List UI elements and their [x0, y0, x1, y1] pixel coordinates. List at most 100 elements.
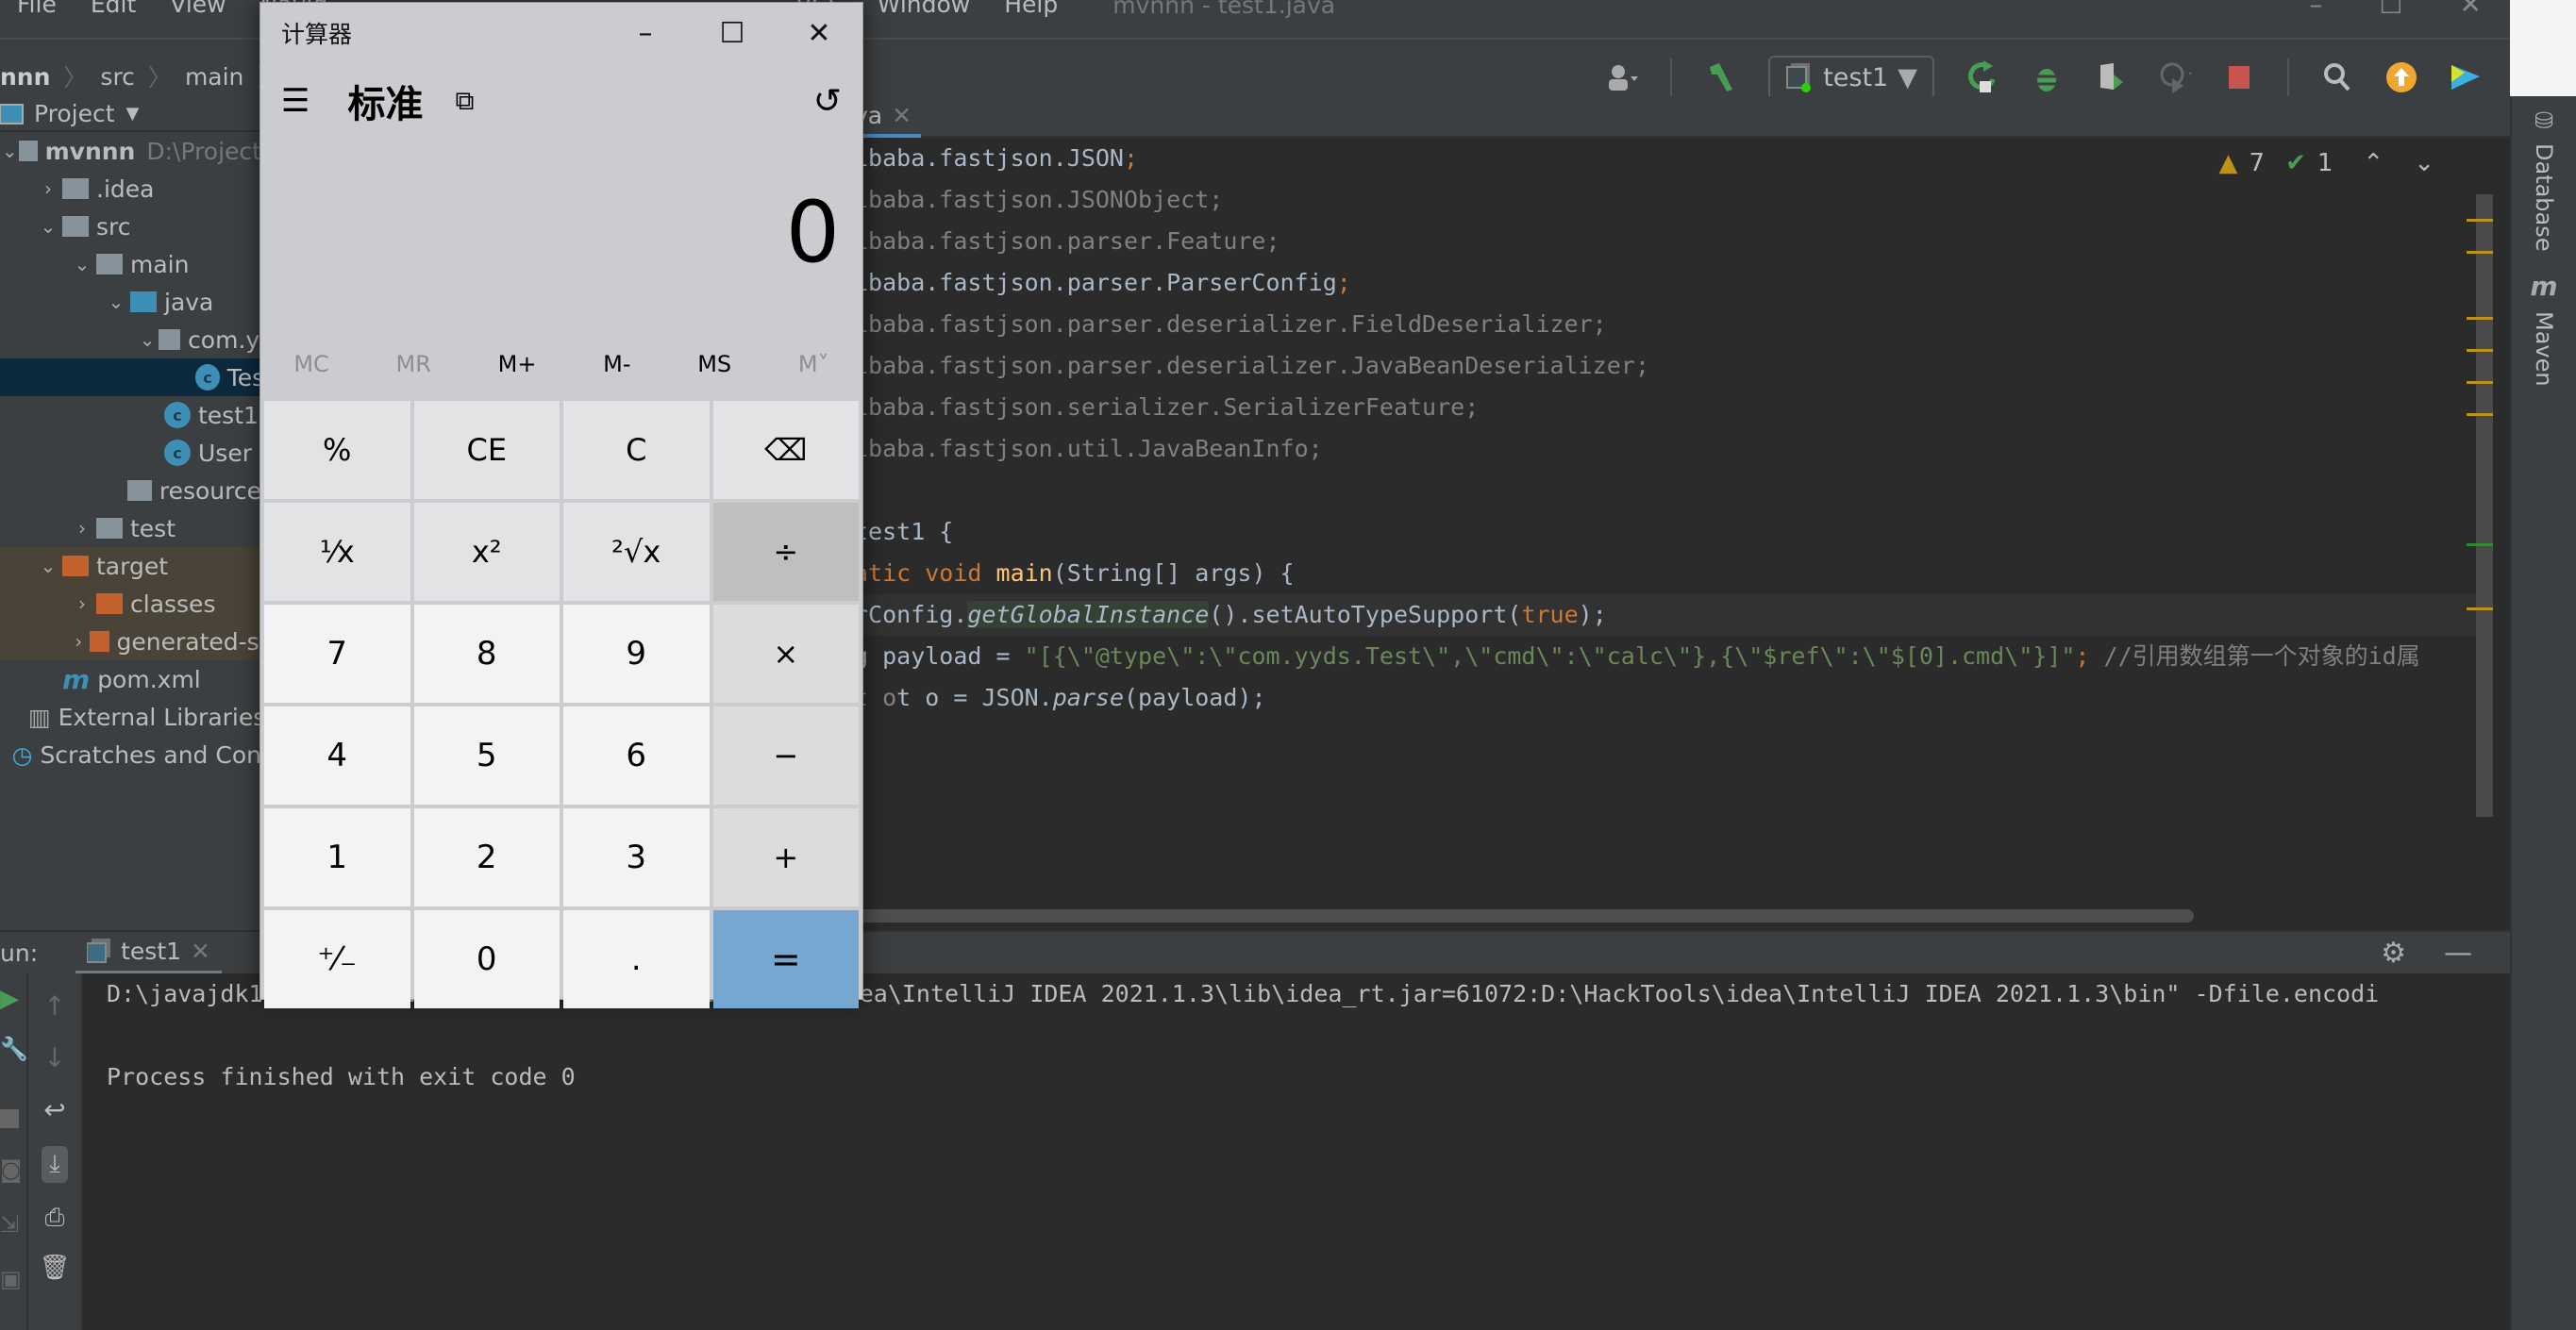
key-square-root-button[interactable]: ²√x: [563, 503, 710, 601]
memory-mc-button[interactable]: MC: [293, 351, 328, 377]
run-configuration-selector[interactable]: test1 ▼: [1768, 56, 1934, 99]
hide-panel-icon[interactable]: —: [2444, 937, 2472, 970]
camera-icon[interactable]: ◙: [0, 1156, 26, 1183]
maven-tool-tab[interactable]: Maven: [2531, 311, 2557, 387]
chevron-down-icon[interactable]: ⌄: [34, 555, 62, 577]
tree-item-mvnnn[interactable]: ⌄ mvnnn D:\Projects: [0, 132, 274, 170]
stop-icon[interactable]: [2223, 61, 2255, 93]
exit-icon[interactable]: ▣: [0, 1266, 26, 1292]
code-with-me-icon[interactable]: [2450, 61, 2482, 93]
key-decimal-button[interactable]: .: [563, 910, 710, 1008]
key-six-button[interactable]: 6: [563, 707, 710, 805]
chevron-right-icon[interactable]: ›: [68, 630, 90, 653]
database-tool-tab[interactable]: Database: [2531, 143, 2557, 252]
keep-on-top-icon[interactable]: ⧉: [455, 85, 474, 117]
breadcrumb-main[interactable]: main: [185, 63, 243, 91]
minimize-button[interactable]: –: [2309, 0, 2322, 20]
run-console-output[interactable]: D:\javajdk11\bin\java.exe "-javaagent:D:…: [83, 973, 2510, 1330]
tree-item-classes[interactable]: › classes: [0, 585, 274, 623]
profiler-icon[interactable]: [2159, 61, 2191, 93]
close-button[interactable]: ✕: [2460, 0, 2482, 20]
key-square-button[interactable]: x²: [413, 503, 560, 601]
key-four-button[interactable]: 4: [264, 707, 410, 805]
key-divide-button[interactable]: ÷: [712, 503, 859, 601]
menu-edit[interactable]: Edit: [74, 0, 153, 16]
settings-gear-icon[interactable]: ⚙: [2381, 937, 2406, 970]
key-zero-button[interactable]: 0: [413, 910, 560, 1008]
chevron-down-icon[interactable]: ▼: [126, 104, 140, 124]
memory-mminus-button[interactable]: M-: [603, 351, 630, 377]
up-arrow-icon[interactable]: ↑: [43, 990, 65, 1022]
tree-item--idea[interactable]: › .idea: [0, 170, 274, 208]
memory-ms-button[interactable]: MS: [697, 351, 731, 377]
key-three-button[interactable]: 3: [563, 808, 710, 906]
memory-m-button[interactable]: M˅: [798, 351, 829, 377]
wrench-icon[interactable]: 🔧: [0, 1036, 28, 1062]
hamburger-menu-icon[interactable]: ☰: [281, 82, 309, 120]
tree-item-pom-xml[interactable]: m pom.xml: [0, 660, 274, 698]
down-arrow-icon[interactable]: ↓: [43, 1042, 65, 1073]
key-nine-button[interactable]: 9: [563, 605, 710, 703]
chevron-down-icon[interactable]: ⌄: [68, 253, 96, 275]
vcs-user-icon[interactable]: [1606, 61, 1639, 93]
print-icon[interactable]: ⎙: [45, 1204, 65, 1233]
editor-vertical-scrollbar[interactable]: [2476, 194, 2493, 817]
warning-marker[interactable]: [2467, 607, 2493, 610]
warning-marker[interactable]: [2467, 219, 2493, 222]
soft-wrap-icon[interactable]: ↩: [43, 1094, 65, 1125]
tree-item-scratches-and-cons[interactable]: ◷ Scratches and Cons: [0, 736, 274, 773]
chevron-down-icon[interactable]: ⌄: [34, 215, 62, 238]
run-tab-test1[interactable]: test1 ✕: [75, 931, 222, 974]
close-tab-icon[interactable]: ✕: [191, 938, 210, 965]
calculator-maximize-button[interactable]: ☐: [689, 17, 776, 50]
warning-marker[interactable]: [2467, 413, 2493, 416]
next-highlight-icon[interactable]: ⌄: [2414, 149, 2434, 177]
key-clear-button[interactable]: C: [563, 401, 710, 499]
trash-icon[interactable]: 🗑: [39, 1254, 70, 1282]
chevron-down-icon[interactable]: ⌄: [136, 328, 159, 351]
key-five-button[interactable]: 5: [413, 707, 560, 805]
debug-bug-icon[interactable]: [2031, 61, 2063, 93]
key-negate-button[interactable]: ⁺⁄₋: [264, 910, 410, 1008]
tree-item-target[interactable]: ⌄ target: [0, 547, 274, 585]
stop-icon[interactable]: [0, 1109, 19, 1128]
close-tab-icon[interactable]: ✕: [892, 102, 912, 129]
search-icon[interactable]: [2321, 61, 2353, 93]
inspection-widget[interactable]: ▲ 7 ✔ 1 ⌃ ⌄: [2219, 149, 2434, 177]
menu-file[interactable]: File: [0, 0, 74, 16]
chevron-down-icon[interactable]: ⌄: [102, 291, 130, 313]
tree-item-com-yy[interactable]: ⌄ com.yy: [0, 321, 274, 358]
breadcrumb-project[interactable]: nnn: [0, 63, 50, 91]
chevron-right-icon[interactable]: ›: [34, 177, 62, 200]
menu-window[interactable]: Window: [861, 0, 988, 16]
key-percent-button[interactable]: %: [264, 401, 410, 499]
chevron-right-icon[interactable]: ›: [68, 517, 96, 540]
maximize-button[interactable]: ☐: [2379, 0, 2402, 20]
key-clear-entry-button[interactable]: CE: [413, 401, 560, 499]
previous-highlight-icon[interactable]: ⌃: [2363, 149, 2384, 177]
key-add-button[interactable]: +: [712, 808, 859, 906]
warning-marker[interactable]: [2467, 349, 2493, 352]
key-equals-button[interactable]: =: [712, 910, 859, 1008]
memory-mr-button[interactable]: MR: [396, 351, 431, 377]
tree-item-resources[interactable]: resources: [0, 472, 274, 509]
tree-item-generated-so[interactable]: › generated-so: [0, 623, 274, 660]
rerun-icon[interactable]: ▶: [0, 985, 26, 1013]
scroll-to-end-icon[interactable]: ⤓: [42, 1146, 68, 1183]
tree-item-external-libraries[interactable]: ▥ External Libraries: [0, 698, 274, 736]
project-panel-title[interactable]: Project: [34, 100, 115, 127]
key-two-button[interactable]: 2: [413, 808, 560, 906]
key-one-button[interactable]: 1: [264, 808, 410, 906]
calculator-close-button[interactable]: ✕: [776, 17, 862, 50]
tree-item-java[interactable]: ⌄ java: [0, 283, 274, 321]
key-multiply-button[interactable]: ×: [712, 605, 859, 703]
tree-item-test1[interactable]: c test1: [0, 396, 274, 434]
menu-view[interactable]: View: [153, 0, 243, 16]
restore-layout-icon[interactable]: ⇲: [0, 1211, 26, 1238]
menu-help[interactable]: Help: [987, 0, 1075, 16]
rerun-icon[interactable]: [1966, 60, 1999, 93]
build-hammer-icon[interactable]: [1704, 61, 1736, 93]
key-seven-button[interactable]: 7: [264, 605, 410, 703]
warning-marker[interactable]: [2467, 251, 2493, 254]
tree-item-user[interactable]: c User: [0, 434, 274, 472]
